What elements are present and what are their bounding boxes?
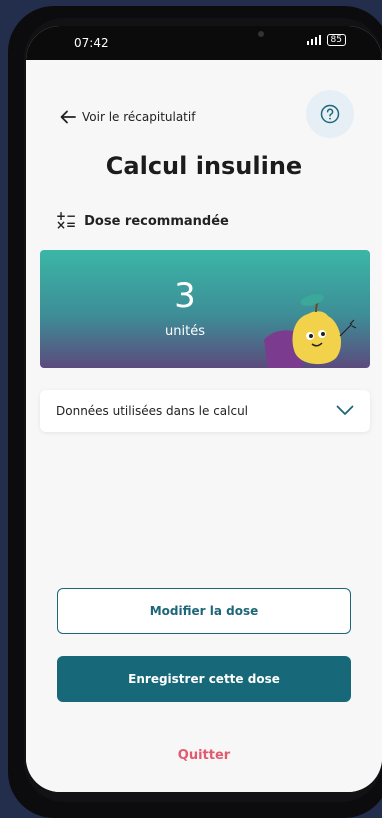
camera-icon (258, 31, 264, 37)
status-icons: 85 (306, 34, 346, 46)
calculation-data-label: Données utilisées dans le calcul (56, 404, 249, 418)
dose-result-card: 3 unités (40, 250, 370, 368)
dose-section-heading: +− ×= Dose recommandée (56, 209, 229, 232)
calculator-icon: +− ×= (56, 209, 77, 232)
back-link[interactable]: Voir le récapitulatif (60, 110, 195, 124)
question-icon (320, 104, 340, 124)
status-time: 07:42 (74, 36, 109, 50)
help-button[interactable] (306, 90, 354, 138)
back-link-label: Voir le récapitulatif (82, 110, 196, 124)
screen: 07:42 85 Voir le récapitulatif Calcul in… (26, 26, 382, 792)
app-content: Voir le récapitulatif Calcul insuline +−… (26, 60, 382, 792)
save-dose-button[interactable]: Enregistrer cette dose (57, 656, 351, 702)
pear-mascot-icon (264, 294, 357, 368)
arrow-left-icon (60, 110, 76, 124)
quit-button[interactable]: Quitter (26, 748, 382, 763)
battery-icon: 85 (326, 34, 346, 46)
page-title: Calcul insuline (105, 152, 303, 180)
signal-icon (306, 35, 321, 45)
chevron-down-icon (336, 405, 354, 415)
dose-heading-label: Dose recommandée (84, 213, 229, 229)
calculation-data-dropdown[interactable]: Données utilisées dans le calcul (40, 390, 370, 432)
status-bar: 07:42 85 (26, 26, 382, 60)
modify-dose-button[interactable]: Modifier la dose (57, 588, 351, 634)
